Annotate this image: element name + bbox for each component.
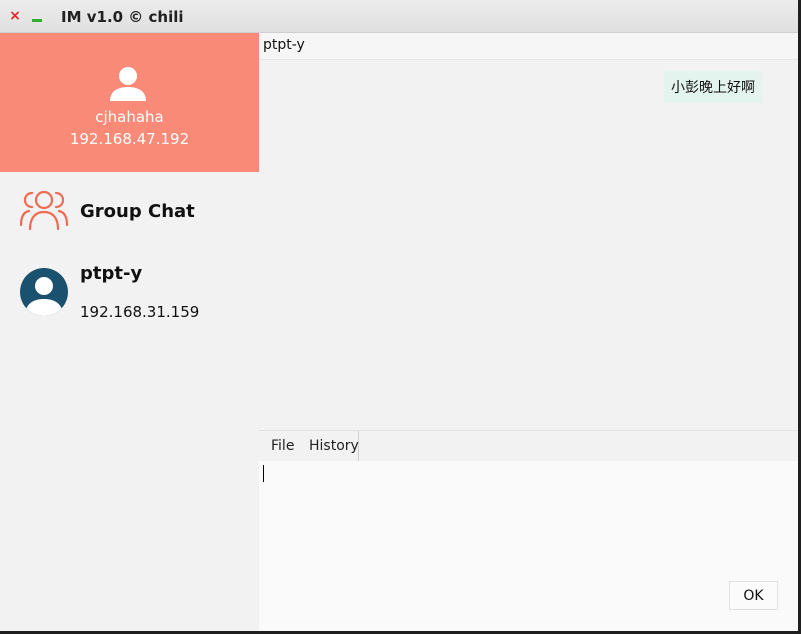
title-bar: × IM v1.0 © chili — [0, 0, 798, 33]
text-cursor — [263, 465, 264, 482]
message-input[interactable] — [259, 461, 798, 571]
user-avatar-icon — [20, 268, 68, 316]
history-button[interactable]: History — [307, 431, 359, 461]
profile-username: cjhahaha — [95, 108, 164, 126]
composer: OK — [259, 461, 798, 631]
profile-panel: cjhahaha 192.168.47.192 — [0, 33, 259, 172]
contact-group-chat[interactable]: Group Chat — [0, 187, 259, 237]
composer-toolbar: File History — [259, 431, 798, 461]
message-bubble: 小彭晚上好啊 — [664, 71, 762, 103]
file-button[interactable]: File — [259, 431, 307, 461]
im-window: × IM v1.0 © chili cjhahaha 192.168.47.19… — [0, 0, 798, 631]
user-icon — [110, 67, 146, 101]
send-button[interactable]: OK — [729, 581, 778, 610]
contact-ptpt-y[interactable]: ptpt-y 192.168.31.159 — [0, 263, 259, 323]
message-list[interactable]: 小彭晚上好啊 — [259, 60, 798, 431]
group-chat-label: Group Chat — [80, 201, 195, 222]
sidebar: cjhahaha 192.168.47.192 Group Chat ptpt-… — [0, 33, 259, 631]
close-icon[interactable]: × — [8, 9, 22, 23]
window-title: IM v1.0 © chili — [61, 8, 184, 26]
group-icon — [19, 190, 69, 231]
minimize-icon[interactable] — [32, 19, 42, 22]
contact-name: ptpt-y — [80, 263, 143, 284]
contact-ip: 192.168.31.159 — [80, 303, 200, 321]
chat-header: ptpt-y — [259, 33, 798, 60]
profile-ip: 192.168.47.192 — [69, 130, 190, 148]
chat-title: ptpt-y — [263, 37, 305, 53]
